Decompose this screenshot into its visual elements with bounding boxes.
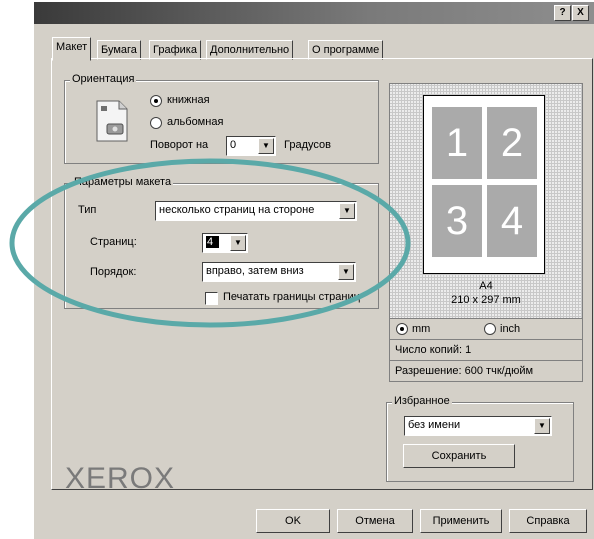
highlight-ellipse bbox=[9, 158, 411, 328]
tab-layout[interactable]: Макет bbox=[52, 37, 92, 61]
